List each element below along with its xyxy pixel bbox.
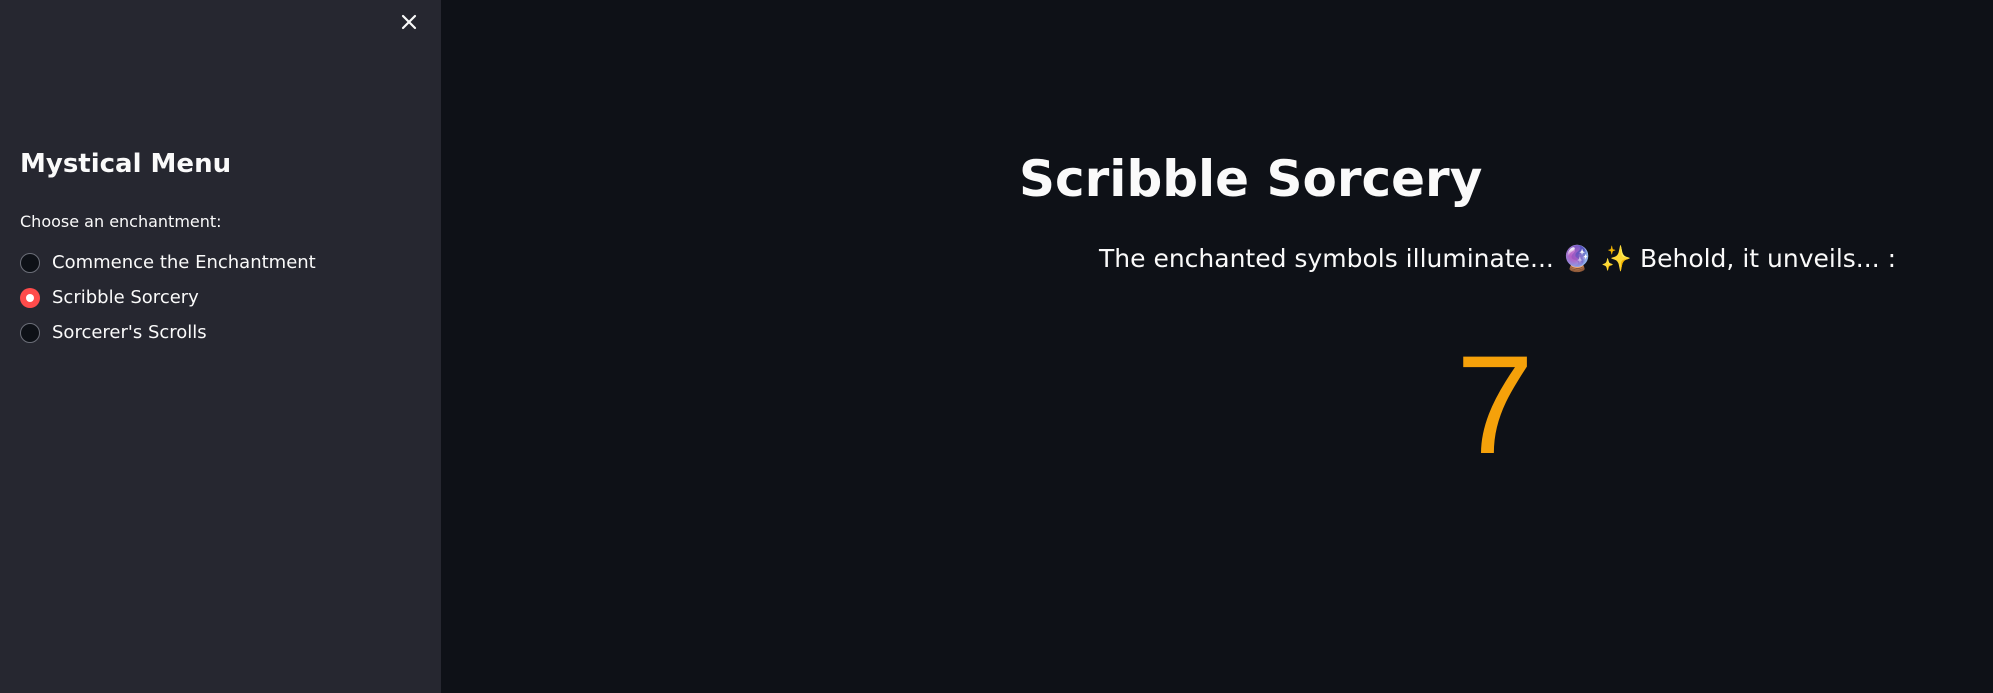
radio-option-sorcerers-scrolls[interactable]: Sorcerer's Scrolls [20,315,316,350]
close-sidebar-button[interactable] [395,8,423,36]
radio-button-unchecked[interactable] [20,252,40,273]
app-root: Mystical Menu Choose an enchantment: Com… [0,0,1993,693]
prediction-result: 7 [1456,326,1534,483]
radio-option-label: Sorcerer's Scrolls [52,321,207,343]
page-title: Scribble Sorcery [1019,150,1483,208]
sidebar-title: Mystical Menu [20,149,232,179]
radio-option-commence-the-enchantment[interactable]: Commence the Enchantment [20,245,316,280]
close-icon [401,14,417,30]
radio-option-label: Scribble Sorcery [52,286,199,308]
radio-option-label: Commence the Enchantment [52,251,316,273]
radio-option-scribble-sorcery[interactable]: Scribble Sorcery [20,280,316,315]
radio-dot [26,293,34,302]
sidebar: Mystical Menu Choose an enchantment: Com… [0,0,441,693]
prediction-message: The enchanted symbols illuminate... 🔮 ✨ … [1099,244,1897,273]
enchantment-radio-group: Commence the Enchantment Scribble Sorcer… [20,245,316,350]
radio-group-label: Choose an enchantment: [20,212,222,231]
radio-button-checked[interactable] [20,287,40,308]
radio-button-unchecked[interactable] [20,322,40,343]
